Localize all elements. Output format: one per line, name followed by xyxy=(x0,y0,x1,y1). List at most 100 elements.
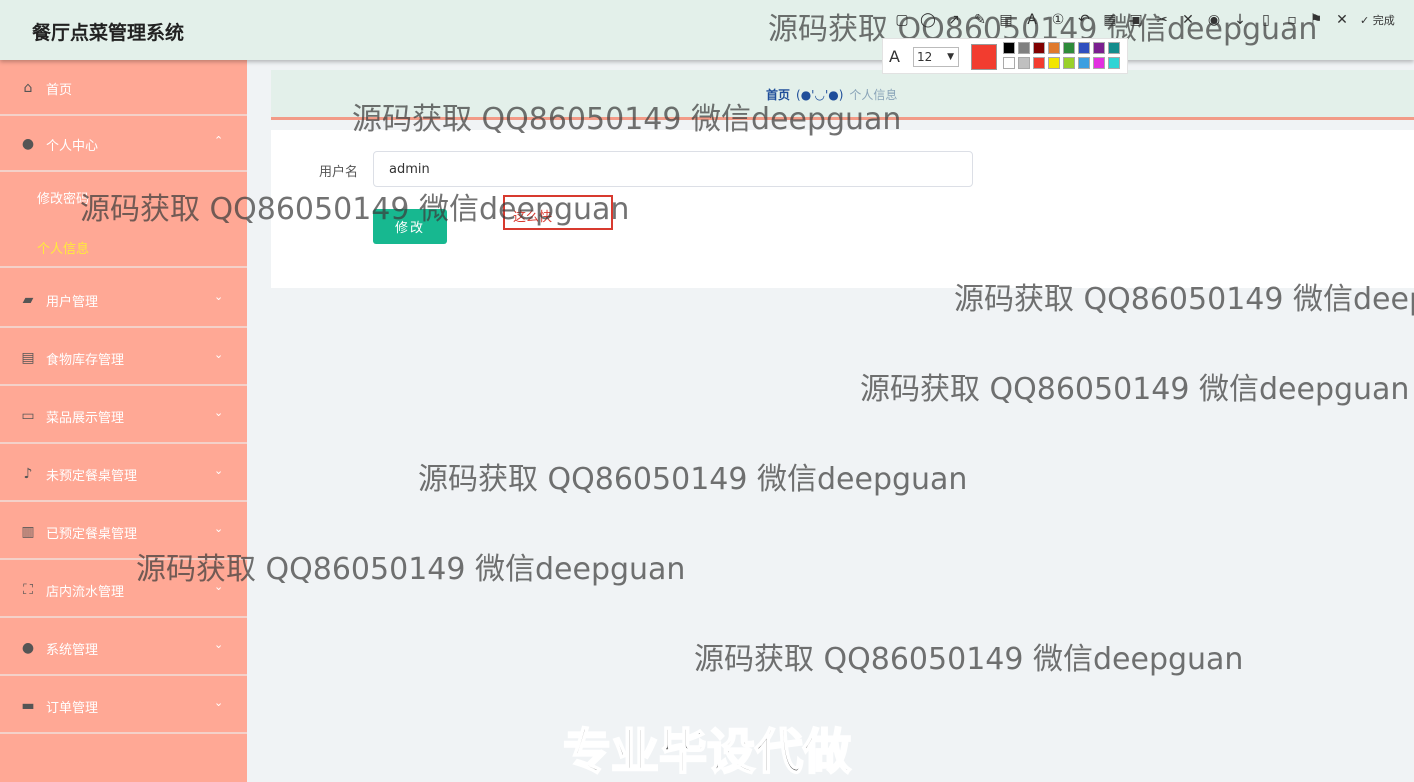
chevron-down-icon: ⌄ xyxy=(214,290,224,303)
breadcrumb-emoticon: (●'◡'●) xyxy=(796,88,844,102)
wallet-icon: ▰ xyxy=(22,292,34,308)
color-swatch[interactable] xyxy=(1003,42,1015,54)
color-swatch[interactable] xyxy=(1033,57,1045,69)
color-swatch[interactable] xyxy=(1093,42,1105,54)
promo-banner: 专业毕设代做 xyxy=(562,723,852,781)
submenu-personal-center: 修改密码 个人信息 xyxy=(0,172,247,268)
done-button[interactable]: ✓ 完成 xyxy=(1360,12,1395,28)
font-size-select[interactable]: 12 ▼ xyxy=(913,47,959,67)
pin-icon[interactable]: ✕ xyxy=(1180,12,1196,28)
sidebar-item[interactable]: ♪ 未预定餐桌管理 ⌄ xyxy=(0,446,247,502)
snip-properties-panel: A 12 ▼ xyxy=(882,38,1128,74)
breadcrumb-current: 个人信息 xyxy=(849,88,898,102)
color-swatch[interactable] xyxy=(1018,57,1030,69)
chevron-down-icon: ⌄ xyxy=(214,464,224,477)
cut-icon[interactable]: ✂ xyxy=(1154,12,1170,28)
chevron-up-icon: ⌃ xyxy=(214,134,224,147)
submenu-item[interactable]: 修改密码 xyxy=(37,188,89,207)
sidebar-item[interactable]: ● 系统管理 ⌄ xyxy=(0,620,247,676)
username-label: 用户名 xyxy=(319,165,359,180)
sidebar: ⌂ 首页 ● 个人中心 ⌃ ▰ 用户管理 ⌄ ▤ 食物库存管理 ⌄ ▭ 菜品展示管理 ⌄ ♪ 未预定餐桌管理 ⌄… xyxy=(0,60,247,782)
chevron-down-icon: ⌄ xyxy=(214,580,224,593)
sidebar-item[interactable]: ● 个人中心 ⌃ xyxy=(0,116,247,172)
user-icon: ● xyxy=(21,640,35,656)
sidebar-item-label: 菜品展示管理 xyxy=(46,411,125,426)
crop-icon[interactable]: ▣ xyxy=(1128,12,1144,28)
sidebar-item-label: 首页 xyxy=(46,83,73,98)
font-icon: A xyxy=(889,47,900,66)
annotation-text: 这么快 xyxy=(513,210,553,225)
clipboard-icon: ▥ xyxy=(21,524,35,540)
text-icon[interactable]: A xyxy=(1024,12,1040,28)
color-swatch[interactable] xyxy=(1018,42,1030,54)
copy-icon[interactable]: ▯ xyxy=(1258,12,1274,28)
sidebar-item-label: 食物库存管理 xyxy=(46,353,125,368)
watermark: 源码获取 QQ86050149 微信deepguan xyxy=(694,642,1244,677)
sidebar-item-label: 系统管理 xyxy=(46,643,99,658)
color-swatch[interactable] xyxy=(1003,57,1015,69)
bookmark-icon[interactable]: ⚑ xyxy=(1308,12,1324,28)
breadcrumb: 首页 (●'◡'●) 个人信息 xyxy=(766,86,897,103)
annotation-text-box[interactable]: 这么快 xyxy=(503,195,613,230)
submenu-item[interactable]: 个人信息 xyxy=(37,238,89,257)
sidebar-item[interactable]: ⌂ 首页 xyxy=(0,60,247,116)
color-swatch[interactable] xyxy=(1108,42,1120,54)
chevron-down-icon: ⌄ xyxy=(214,348,224,361)
modify-button[interactable]: 修改 xyxy=(373,209,447,244)
sidebar-item-label: 店内流水管理 xyxy=(46,585,125,600)
home-icon: ⌂ xyxy=(23,80,33,96)
close-icon[interactable]: ✕ xyxy=(1334,12,1350,28)
watermark: 源码获取 QQ86050149 微信deepguan xyxy=(860,372,1410,407)
current-color-swatch[interactable] xyxy=(971,44,997,70)
color-swatch[interactable] xyxy=(1078,42,1090,54)
mosaic-icon[interactable]: ▦ xyxy=(1102,12,1118,28)
color-swatch[interactable] xyxy=(1048,42,1060,54)
number-icon[interactable]: ① xyxy=(1050,12,1066,28)
monitor-icon: ▬ xyxy=(21,698,35,714)
briefcase-icon: ▤ xyxy=(21,350,35,366)
color-swatch[interactable] xyxy=(1108,57,1120,69)
color-swatch[interactable] xyxy=(1078,57,1090,69)
chevron-down-icon: ⌄ xyxy=(214,406,224,419)
microphone-icon: ♪ xyxy=(23,466,33,482)
chevron-down-icon: ⌄ xyxy=(214,638,224,651)
breadcrumb-home[interactable]: 首页 xyxy=(766,88,790,102)
color-swatch[interactable] xyxy=(1033,42,1045,54)
chevron-down-icon: ⌄ xyxy=(214,696,224,709)
target-icon[interactable]: ◉ xyxy=(1206,12,1222,28)
username-input[interactable] xyxy=(373,151,973,187)
sidebar-item-label: 未预定餐桌管理 xyxy=(46,469,138,484)
font-size-value: 12 xyxy=(917,50,933,64)
snip-toolbar: ▢ ◯ ↗ ✎ ▤ A ① ↶ ▦ ▣ ✂ ✕ ◉ ↓ ▯ ▫ ⚑ ✕ ✓ 完成 xyxy=(888,6,1414,34)
rectangle-icon[interactable]: ▢ xyxy=(894,12,910,28)
pen-icon[interactable]: ✎ xyxy=(972,12,988,28)
scan-icon: ⛶ xyxy=(23,582,33,598)
marker-icon[interactable]: ▤ xyxy=(998,12,1014,28)
sidebar-item[interactable]: ▤ 食物库存管理 ⌄ xyxy=(0,330,247,386)
chat-icon: ▭ xyxy=(21,408,35,424)
color-swatch[interactable] xyxy=(1063,42,1075,54)
breadcrumb-bar: 首页 (●'◡'●) 个人信息 xyxy=(271,70,1414,120)
ellipse-icon[interactable]: ◯ xyxy=(920,12,936,28)
sidebar-item[interactable]: ▬ 订单管理 ⌄ xyxy=(0,678,247,734)
app-title: 餐厅点菜管理系统 xyxy=(32,22,185,44)
color-swatch[interactable] xyxy=(1093,57,1105,69)
sidebar-item-label: 订单管理 xyxy=(46,701,99,716)
arrow-icon[interactable]: ↗ xyxy=(946,12,962,28)
check-icon: ✓ xyxy=(1360,14,1373,27)
save-icon[interactable]: ▫ xyxy=(1284,12,1300,28)
color-swatch[interactable] xyxy=(1048,57,1060,69)
user-icon: ● xyxy=(21,136,35,152)
download-icon[interactable]: ↓ xyxy=(1232,12,1248,28)
sidebar-item[interactable]: ▰ 用户管理 ⌄ xyxy=(0,272,247,328)
profile-form-panel: 用户名 修改 这么快 xyxy=(271,130,1414,288)
sidebar-item-label: 用户管理 xyxy=(46,295,99,310)
undo-icon[interactable]: ↶ xyxy=(1076,12,1092,28)
chevron-down-icon: ⌄ xyxy=(214,522,224,535)
done-label: 完成 xyxy=(1372,14,1395,27)
sidebar-item[interactable]: ▥ 已预定餐桌管理 ⌄ xyxy=(0,504,247,560)
sidebar-item[interactable]: ▭ 菜品展示管理 ⌄ xyxy=(0,388,247,444)
sidebar-item[interactable]: ⛶ 店内流水管理 ⌄ xyxy=(0,562,247,618)
sidebar-item-label: 已预定餐桌管理 xyxy=(46,527,138,542)
color-swatch[interactable] xyxy=(1063,57,1075,69)
